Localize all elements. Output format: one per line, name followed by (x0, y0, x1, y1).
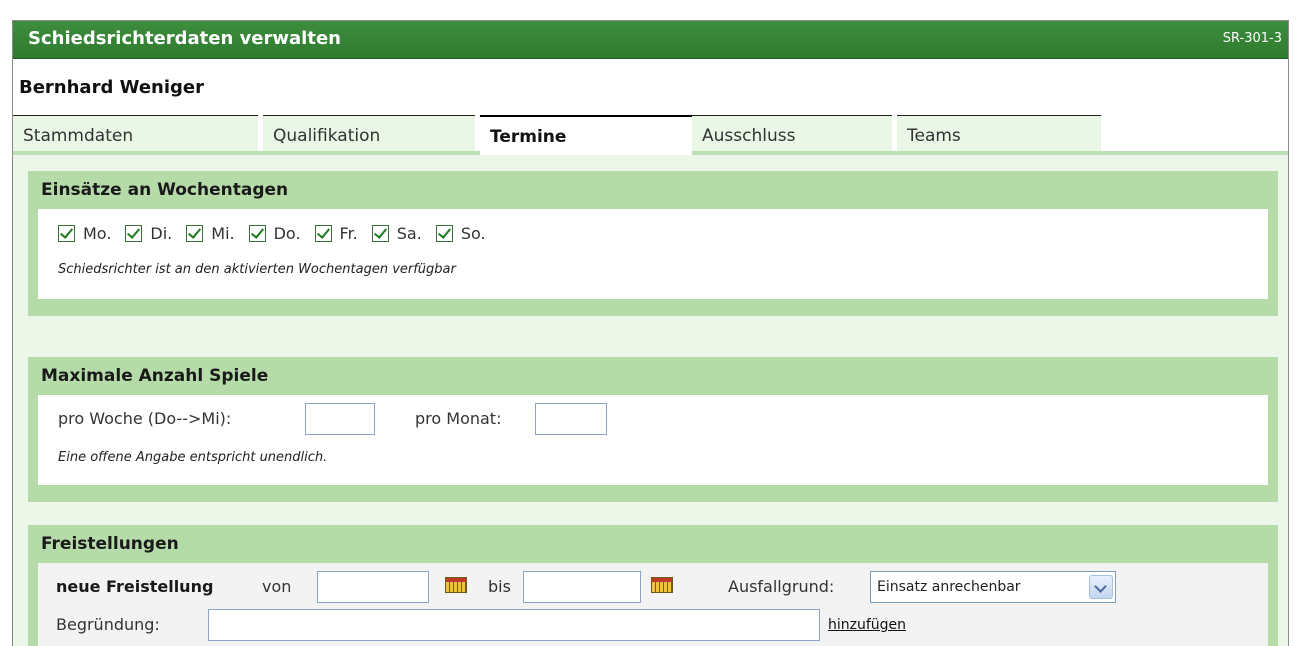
checkbox-checked-icon[interactable] (248, 224, 266, 242)
weekday-friday[interactable]: Fr. (314, 223, 358, 243)
new-exemption-form: neue Freistellung von bis Ausfallgrund: … (38, 563, 1268, 646)
reason-type-select[interactable]: Einsatz anrechenbar (870, 571, 1116, 603)
checkbox-checked-icon[interactable] (435, 224, 453, 242)
weekdays-section: Einsätze an Wochentagen Mo. Di. Mi. Do. … (28, 171, 1278, 316)
exemptions-section-title: Freistellungen (41, 534, 179, 554)
per-month-input[interactable] (535, 403, 607, 435)
checkbox-checked-icon[interactable] (371, 224, 389, 242)
termine-content: Einsätze an Wochentagen Mo. Di. Mi. Do. … (13, 155, 1288, 646)
from-date-input[interactable] (317, 571, 429, 603)
weekday-label: Mo. (83, 223, 112, 243)
title-bar: Schiedsrichterdaten verwalten SR-301-3 (13, 21, 1288, 59)
weekdays-note: Schiedsrichter ist an den aktivierten Wo… (58, 262, 456, 277)
weekday-sunday[interactable]: So. (435, 223, 486, 243)
checkbox-checked-icon[interactable] (58, 224, 75, 242)
screen-code: SR-301-3 (1222, 31, 1282, 46)
per-week-input[interactable] (305, 403, 375, 435)
chevron-down-icon[interactable] (1089, 575, 1113, 599)
to-label: bis (488, 577, 511, 596)
tab-ausschluss[interactable]: Ausschluss (692, 115, 892, 151)
tab-bar: Stammdaten Qualifikation Termine Ausschl… (13, 115, 1288, 155)
max-games-note: Eine offene Angabe entspricht unendlich. (58, 450, 328, 465)
weekday-monday[interactable]: Mo. (58, 224, 111, 243)
new-exemption-label: neue Freistellung (56, 577, 214, 596)
max-games-section-title: Maximale Anzahl Spiele (41, 366, 269, 386)
weekday-saturday[interactable]: Sa. (371, 223, 422, 243)
tab-termine[interactable]: Termine (480, 115, 692, 155)
weekdays-section-body: Mo. Di. Mi. Do. Fr. Sa. So. Schiedsricht… (38, 209, 1268, 299)
weekday-label: Di. (150, 223, 173, 243)
checkbox-checked-icon[interactable] (125, 224, 143, 242)
weekday-label: Mi. (211, 223, 235, 243)
to-date-input[interactable] (523, 571, 641, 603)
app-frame: Schiedsrichterdaten verwalten SR-301-3 B… (12, 20, 1289, 646)
justification-input[interactable] (208, 609, 820, 641)
per-week-label: pro Woche (Do-->Mi): (58, 409, 232, 428)
reason-type-label: Ausfallgrund: (728, 577, 835, 596)
tab-teams[interactable]: Teams (897, 115, 1101, 151)
weekday-thursday[interactable]: Do. (248, 223, 301, 243)
max-games-section: Maximale Anzahl Spiele pro Woche (Do-->M… (28, 357, 1278, 502)
max-games-section-body: pro Woche (Do-->Mi): pro Monat: Eine off… (38, 395, 1268, 485)
checkbox-checked-icon[interactable] (186, 224, 204, 242)
checkbox-checked-icon[interactable] (314, 224, 332, 242)
weekday-label: Fr. (339, 223, 358, 243)
weekday-label: So. (460, 223, 486, 243)
from-label: von (262, 577, 292, 596)
calendar-icon[interactable] (651, 577, 673, 593)
weekday-label: Sa. (396, 223, 422, 243)
calendar-icon[interactable] (445, 577, 467, 593)
add-exemption-link[interactable]: hinzufügen (828, 617, 906, 633)
referee-name: Bernhard Weniger (19, 77, 204, 98)
weekday-tuesday[interactable]: Di. (125, 224, 172, 243)
exemptions-section: Freistellungen neue Freistellung von bis… (28, 525, 1278, 646)
weekday-label: Do. (273, 223, 301, 243)
reason-type-value: Einsatz anrechenbar (877, 579, 1021, 595)
weekday-wednesday[interactable]: Mi. (186, 223, 235, 243)
justification-label: Begründung: (56, 615, 160, 634)
tab-qualifikation[interactable]: Qualifikation (263, 115, 475, 151)
tab-stammdaten[interactable]: Stammdaten (13, 115, 258, 151)
weekdays-section-title: Einsätze an Wochentagen (41, 180, 289, 200)
per-month-label: pro Monat: (415, 409, 502, 428)
window-title: Schiedsrichterdaten verwalten (28, 28, 341, 49)
weekday-checkbox-row: Mo. Di. Mi. Do. Fr. Sa. So. (58, 222, 500, 244)
